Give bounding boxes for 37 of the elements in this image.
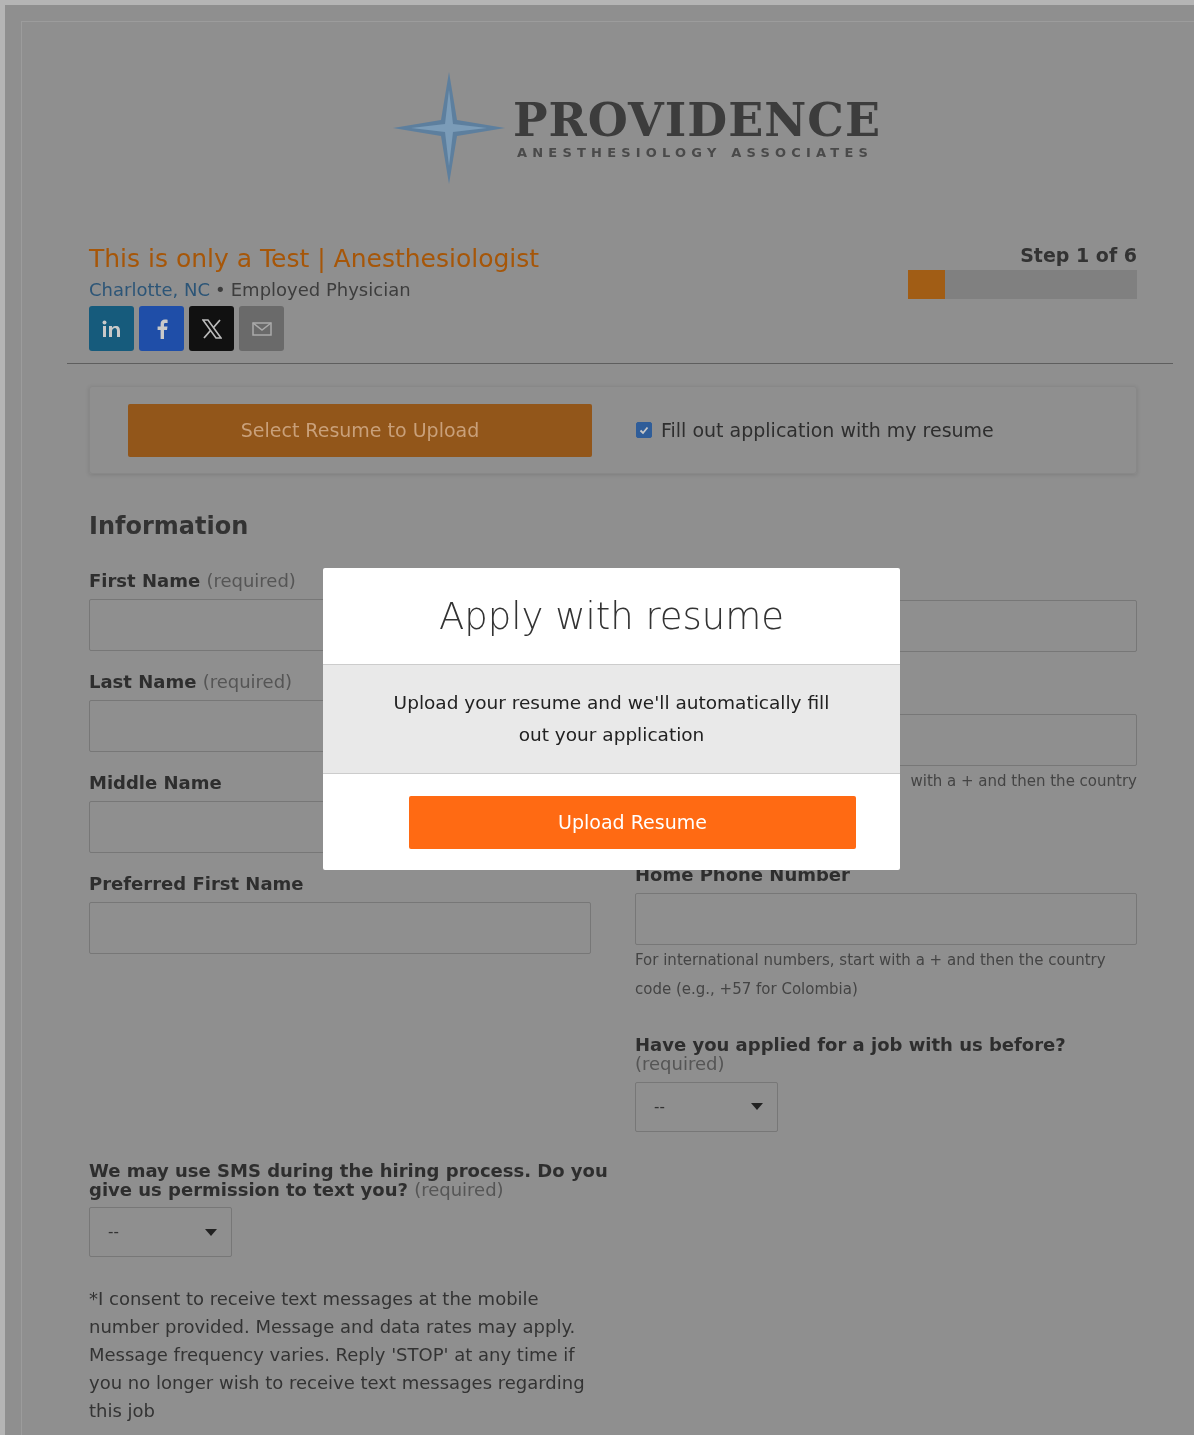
checkbox[interactable]: [636, 422, 652, 438]
field-label: First Name (required): [89, 572, 297, 591]
field-label: Have you applied for a job with us before? (required): [635, 1035, 1067, 1074]
job-title: This is only a Test | Anesthesiologist: [89, 244, 540, 273]
caret-icon: [205, 1228, 217, 1236]
caret-icon: [751, 1103, 763, 1111]
field-label: Last Name (required): [89, 672, 294, 692]
linkedin-icon: [101, 319, 122, 338]
separator-dot: •: [215, 279, 226, 300]
dropdown[interactable]: --: [89, 1207, 232, 1258]
job-type: Employed Physician: [230, 279, 411, 300]
checkbox-label: Fill out application with my resume: [661, 419, 994, 441]
input-field[interactable]: [89, 901, 591, 954]
share-button[interactable]: [189, 306, 234, 351]
logo-name: PROVIDENCE: [513, 96, 881, 143]
modal-title: Apply with resume: [438, 594, 785, 638]
field-label: We may use SMS during the hiring process. Do you give us permission to text you? (required): [89, 1161, 609, 1200]
field-label: Middle Name: [89, 773, 223, 793]
step-label: Step 1 of 6: [1020, 244, 1137, 266]
hint-text: For international numbers, start with a + and then the country code (e.g., +57 for Colombia): [635, 949, 1107, 1000]
consent-text: *I consent to receive text messages at the mobile number provided. Message and data rates may apply. Message frequency varies. Reply 'STOP' at any time if you no longer wish to receive text messages regarding this job: [89, 1287, 586, 1424]
dropdown[interactable]: --: [635, 1081, 778, 1132]
logo-tagline: ANESTHESIOLOGY ASSOCIATES: [517, 144, 875, 160]
checkmark-icon: [638, 424, 650, 436]
location-link[interactable]: Charlotte, NC: [89, 279, 211, 300]
share-button[interactable]: [139, 306, 184, 351]
share-button[interactable]: [89, 306, 134, 351]
x-logo-icon: [201, 318, 222, 339]
facebook-icon: [155, 318, 168, 339]
modal-message: Upload your resume and we'll automatically fill out your application: [392, 691, 831, 747]
hint-text: with a + and then the country: [909, 771, 1137, 792]
upload-resume-button[interactable]: Upload Resume: [409, 795, 856, 849]
field-label: Preferred First Name: [89, 874, 305, 894]
section-title: Information: [89, 512, 250, 540]
input-field[interactable]: [635, 892, 1137, 945]
select-resume-button[interactable]: Select Resume to Upload: [128, 403, 592, 457]
envelope-icon: [251, 321, 272, 336]
